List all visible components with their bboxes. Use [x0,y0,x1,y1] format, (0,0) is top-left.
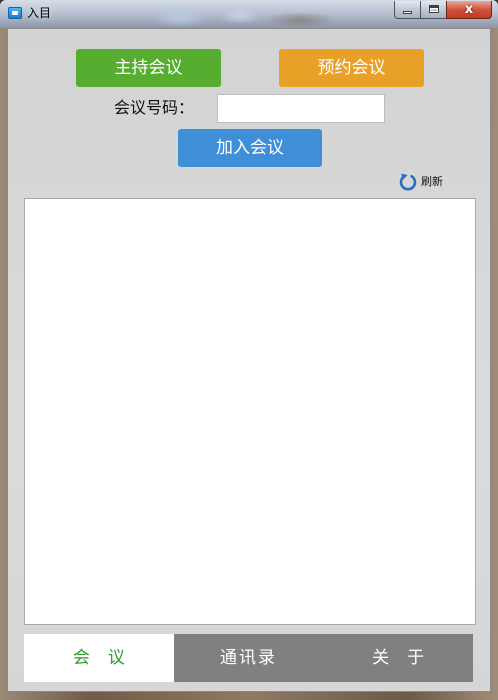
title-bar[interactable]: 入目 x [0,0,498,28]
minimize-button[interactable] [394,1,420,19]
meeting-id-input[interactable] [217,94,385,123]
app-icon [8,7,22,19]
close-icon: x [464,2,474,17]
main-panel: 主持会议 预约会议 会议号码： 加入会议 刷新 会议 通讯录 关于 [7,28,491,692]
tab-contacts[interactable]: 通讯录 [174,634,324,682]
meeting-list[interactable] [24,198,476,625]
host-meeting-button[interactable]: 主持会议 [76,49,221,87]
window-controls: x [394,1,492,19]
tab-about[interactable]: 关于 [323,634,473,682]
refresh-button[interactable]: 刷新 [398,171,443,193]
refresh-label: 刷新 [421,175,443,188]
close-button[interactable]: x [446,1,492,19]
meeting-id-label: 会议号码： [114,98,195,117]
schedule-meeting-button[interactable]: 预约会议 [279,49,424,87]
refresh-icon [399,173,417,191]
bottom-tab-bar: 会议 通讯录 关于 [24,634,473,682]
app-window: 入目 x 主持会议 预约会议 会议号码： 加入会议 刷新 会议 通讯录 关于 [0,0,498,700]
window-title: 入目 [27,6,52,20]
maximize-button[interactable] [420,1,446,19]
tab-meetings[interactable]: 会议 [24,634,174,682]
join-meeting-button[interactable]: 加入会议 [178,129,322,167]
